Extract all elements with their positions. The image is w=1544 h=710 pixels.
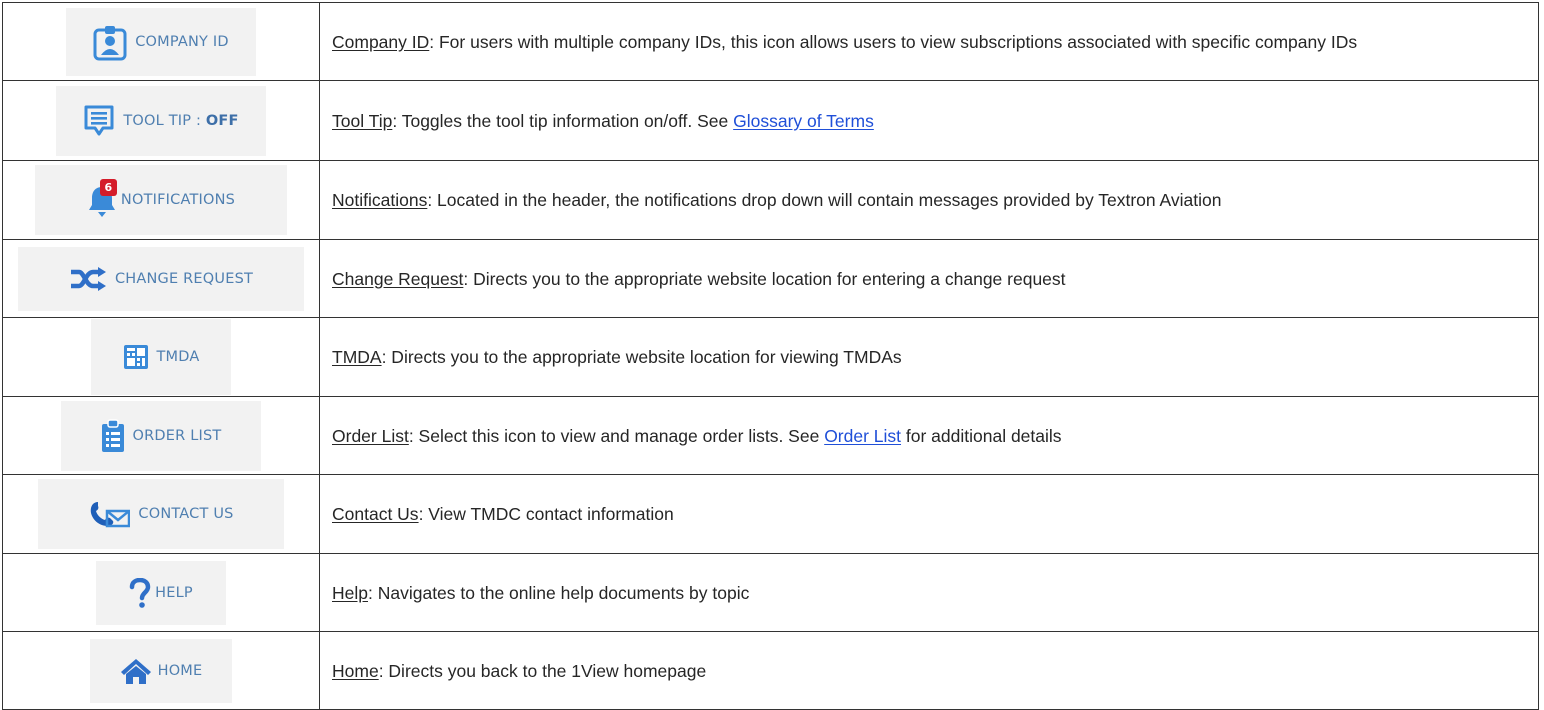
contact-us-button[interactable]: CONTACT US (38, 479, 284, 549)
home-icon (120, 657, 152, 685)
order-list-button[interactable]: ORDER LIST (61, 400, 261, 471)
home-button-label: HOME (157, 662, 203, 679)
icon-cell: CHANGE REQUEST (2, 239, 320, 318)
icon-cell: ORDER LIST (2, 396, 320, 475)
help-button[interactable]: HELP (96, 560, 226, 625)
company-id-button-label: COMPANY ID (135, 33, 229, 50)
term-notifications: Notifications (332, 190, 428, 210)
tool-tip-label-text: TOOL TIP : (123, 112, 206, 129)
description-text: : Directs you to the appropriate website… (463, 268, 1066, 289)
description-cell: Help: Navigates to the online help docum… (319, 553, 1539, 632)
description-text: : Directs you back to the 1View homepage (378, 660, 707, 681)
description-text: : Directs you to the appropriate website… (381, 347, 902, 367)
icon-cell: TOOL TIP : OFF (2, 80, 320, 161)
tmda-grid-icon (123, 344, 149, 370)
clipboard-list-icon (101, 418, 125, 453)
help-button-label: HELP (155, 584, 193, 601)
glossary-of-terms-link[interactable]: Glossary of Terms (733, 111, 874, 131)
term-tmda: TMDA (332, 347, 382, 367)
contact-us-button-label: CONTACT US (138, 506, 234, 522)
table-row: HELP Help: Navigates to the online help … (2, 553, 1539, 632)
tool-tip-button-label: TOOL TIP : OFF (123, 113, 238, 129)
description-cell: Order List: Select this icon to view and… (319, 396, 1539, 475)
description-text: : Select this icon to view and manage or… (408, 425, 825, 446)
order-list-button-label: ORDER LIST (132, 427, 222, 444)
description-cell: Contact Us: View TMDC contact informatio… (319, 474, 1539, 554)
notifications-button[interactable]: 6 NOTIFICATIONS (35, 165, 287, 235)
phone-envelope-icon (88, 500, 131, 528)
description-text: : Located in the header, the notificatio… (427, 190, 1222, 210)
term-tool-tip: Tool Tip (332, 110, 393, 131)
icon-cell: TMDA (2, 317, 320, 397)
change-request-button-label: CHANGE REQUEST (114, 270, 254, 287)
term-home: Home (332, 660, 379, 681)
tool-tip-message-icon (83, 104, 115, 138)
term-contact-us: Contact Us (332, 504, 419, 524)
description-text: : Navigates to the online help documents… (368, 582, 750, 603)
description-cell: Company ID: For users with multiple comp… (319, 2, 1539, 81)
change-request-button[interactable]: CHANGE REQUEST (18, 246, 304, 311)
table-row: 6 NOTIFICATIONS Notifications: Located i… (2, 160, 1539, 240)
home-button[interactable]: HOME (90, 638, 232, 703)
description-text: : View TMDC contact information (418, 504, 674, 524)
tmda-button-label: TMDA (156, 349, 200, 365)
icon-legend-page: COMPANY ID Company ID: For users with mu… (0, 0, 1544, 710)
term-change-request: Change Request (332, 268, 464, 289)
tmda-button[interactable]: TMDA (91, 319, 231, 395)
description-cell: Notifications: Located in the header, th… (319, 160, 1539, 240)
notification-bell-icon: 6 (87, 179, 117, 219)
term-help: Help (332, 582, 368, 603)
term-company-id: Company ID (332, 31, 430, 52)
icon-cell: CONTACT US (2, 474, 320, 554)
description-cell: Tool Tip: Toggles the tool tip informati… (319, 80, 1539, 161)
company-id-button[interactable]: COMPANY ID (66, 7, 256, 76)
shuffle-icon (69, 266, 107, 292)
table-row: TOOL TIP : OFF Tool Tip: Toggles the too… (2, 80, 1539, 161)
icon-cell: HELP (2, 553, 320, 632)
description-cell: Change Request: Directs you to the appro… (319, 239, 1539, 318)
company-id-badge-icon (93, 23, 127, 61)
icon-cell: HOME (2, 631, 320, 710)
tool-tip-state: OFF (205, 112, 239, 129)
tool-tip-toggle-button[interactable]: TOOL TIP : OFF (56, 85, 266, 156)
notification-count-badge: 6 (99, 179, 117, 196)
table-row: CONTACT US Contact Us: View TMDC contact… (2, 474, 1539, 554)
description-cell: TMDA: Directs you to the appropriate web… (319, 317, 1539, 397)
table-row: ORDER LIST Order List: Select this icon … (2, 396, 1539, 475)
icon-cell: COMPANY ID (2, 2, 320, 81)
table-row: HOME Home: Directs you back to the 1View… (2, 631, 1539, 710)
term-order-list: Order List (332, 425, 409, 446)
icon-cell: 6 NOTIFICATIONS (2, 160, 320, 240)
question-mark-icon (129, 577, 151, 608)
description-cell: Home: Directs you back to the 1View home… (319, 631, 1539, 710)
table-row: CHANGE REQUEST Change Request: Directs y… (2, 239, 1539, 318)
table-row: COMPANY ID Company ID: For users with mu… (2, 2, 1539, 81)
description-text: : Toggles the tool tip information on/of… (392, 110, 734, 131)
notifications-button-label: NOTIFICATIONS (120, 192, 236, 208)
order-list-link[interactable]: Order List (824, 426, 901, 446)
description-text: : For users with multiple company IDs, t… (429, 31, 1358, 52)
description-suffix: for additional details (901, 425, 1062, 446)
table-row: TMDA TMDA: Directs you to the appropriat… (2, 317, 1539, 397)
icon-legend-table: COMPANY ID Company ID: For users with mu… (2, 2, 1539, 710)
